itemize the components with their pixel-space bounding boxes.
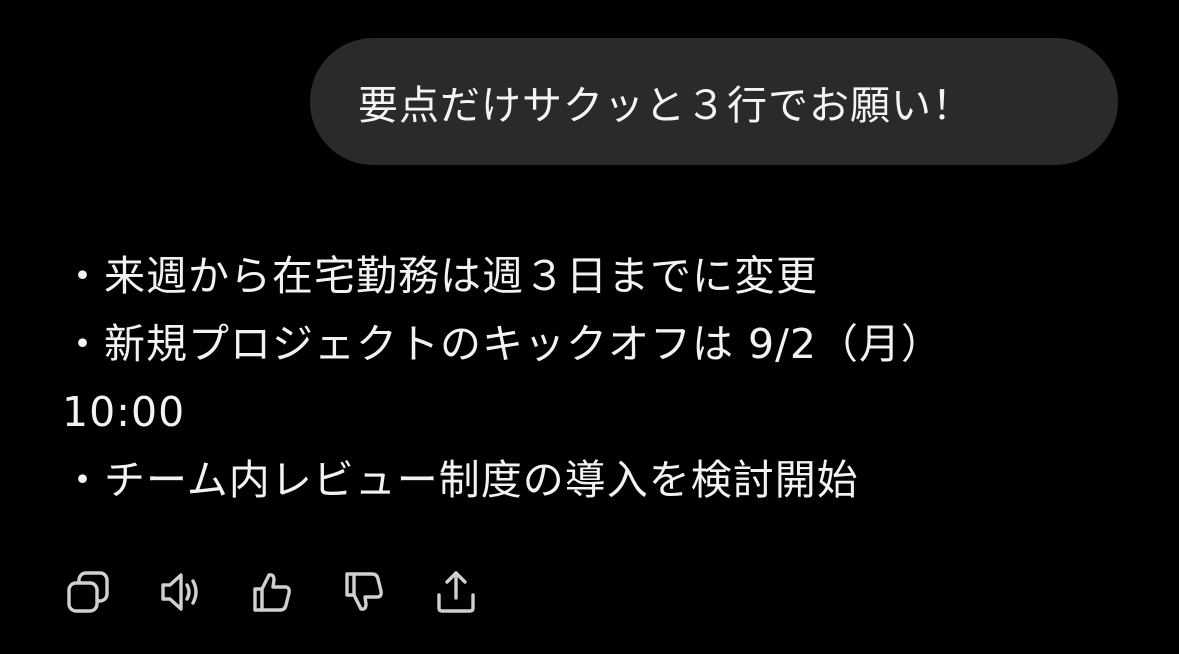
assistant-message: ・来週から在宅勤務は週３日までに変更 ・新規プロジェクトのキックオフは 9/2（…: [62, 242, 1122, 514]
assistant-line: 10:00: [62, 388, 186, 436]
thumbs-up-button[interactable]: [246, 566, 298, 618]
assistant-line: ・チーム内レビュー制度の導入を検討開始: [62, 456, 859, 504]
thumbs-up-icon: [253, 573, 291, 612]
thumbs-down-icon: [345, 572, 383, 611]
user-message-text: 要点だけサクッと３行でお願い！: [358, 82, 973, 129]
read-aloud-button[interactable]: [154, 566, 206, 618]
share-icon: [437, 571, 475, 613]
copy-button[interactable]: [62, 566, 114, 618]
assistant-line: ・新規プロジェクトのキックオフは 9/2（月）: [62, 320, 944, 368]
message-actions-toolbar: [62, 566, 522, 618]
copy-icon: [67, 571, 109, 613]
share-button[interactable]: [430, 566, 482, 618]
user-message-bubble: 要点だけサクッと３行でお願い！: [310, 38, 1118, 165]
assistant-line: ・来週から在宅勤務は週３日までに変更: [62, 252, 818, 300]
thumbs-down-button[interactable]: [338, 566, 390, 618]
speaker-icon: [161, 573, 198, 611]
